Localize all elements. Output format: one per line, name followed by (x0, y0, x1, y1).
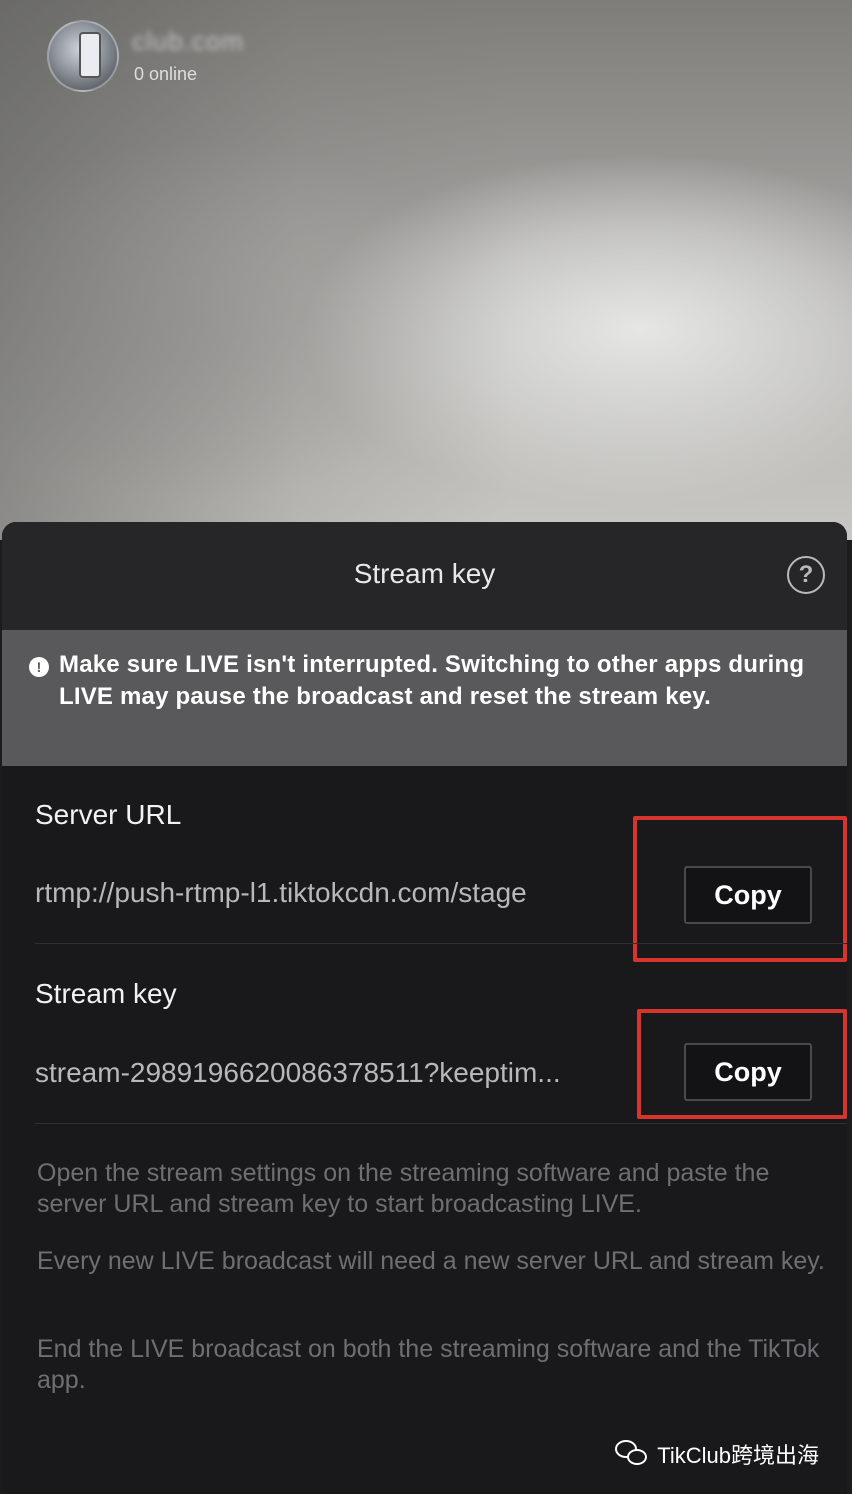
online-count: 0 online (134, 64, 198, 84)
instruction-2: Every new LIVE broadcast will need a new… (37, 1247, 825, 1275)
wechat-icon (615, 1440, 649, 1468)
instruction-3: End the LIVE broadcast on both the strea… (37, 1335, 820, 1394)
account-name: club.com (132, 26, 245, 56)
server-url-value: rtmp://push-rtmp-l1.tiktokcdn.com/stage (35, 877, 527, 908)
server-url-highlight (633, 816, 847, 962)
phone-image (79, 32, 101, 78)
stream-key-label: Stream key (35, 978, 177, 1009)
divider (35, 943, 847, 944)
stream-key-highlight (637, 1009, 847, 1119)
screen: club.com 0 online Stream key ? ! Make su… (0, 0, 852, 1494)
stream-key-value: stream-2989196620086378511?keeptim... (35, 1057, 561, 1088)
watermark-text: TikClub跨境出海 (657, 1443, 819, 1468)
stream-key-sheet: Stream key ? ! Make sure LIVE isn't inte… (2, 522, 847, 1494)
warning-banner: ! Make sure LIVE isn't interrupted. Swit… (2, 630, 847, 766)
exclamation-circle-icon: ! (29, 657, 49, 677)
divider (35, 1123, 847, 1124)
question-circle-icon[interactable]: ? (787, 556, 825, 594)
camera-preview (0, 0, 852, 540)
instruction-1: Open the stream settings on the streamin… (37, 1159, 770, 1218)
warning-text: Make sure LIVE isn't interrupted. Switch… (59, 651, 805, 710)
watermark: TikClub跨境出海 (615, 1438, 819, 1470)
sheet-header: Stream key ? (2, 522, 847, 630)
server-url-label: Server URL (35, 799, 182, 830)
avatar[interactable] (47, 20, 119, 92)
sheet-title: Stream key (353, 558, 496, 589)
